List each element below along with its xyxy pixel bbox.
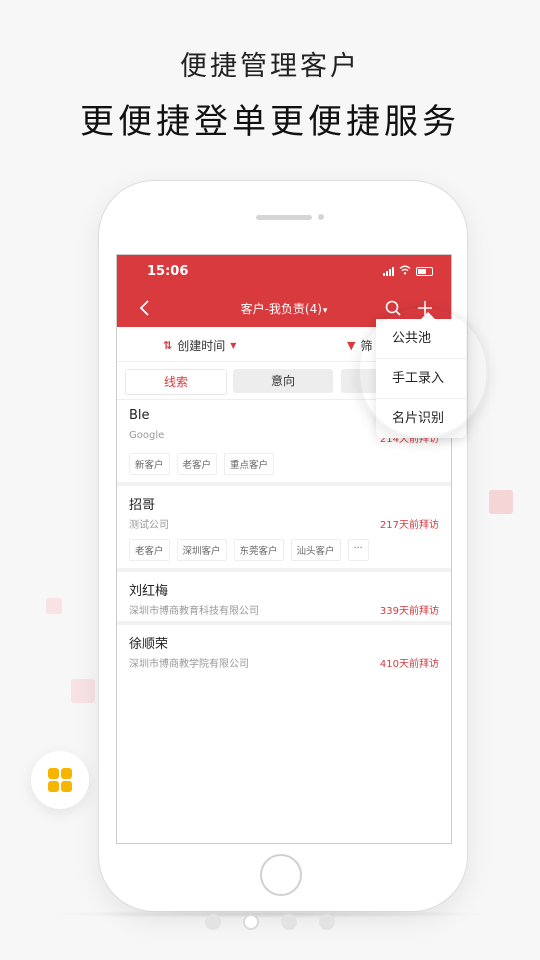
last-visit: 217天前拜访 xyxy=(379,520,439,531)
caret-down-icon: ▼ xyxy=(230,341,237,350)
menu-item-card-scan[interactable]: 名片识别 xyxy=(376,399,466,438)
funnel-icon: ▼ xyxy=(347,339,356,352)
grid-icon xyxy=(61,781,72,792)
popup-arrow xyxy=(421,312,435,319)
wifi-icon xyxy=(399,265,411,277)
customer-company: Google xyxy=(129,430,165,441)
tag: 老客户 xyxy=(176,453,218,475)
page-dot-active[interactable] xyxy=(243,914,259,930)
more-tags-button[interactable]: ··· xyxy=(347,539,369,561)
sort-button[interactable]: ⇅ 创建时间 ▼ xyxy=(163,337,236,354)
decorative-square xyxy=(46,598,62,614)
customer-tags: 新客户 老客户 重点客户 xyxy=(129,453,275,475)
add-popup-menu: 公共池 手工录入 名片识别 xyxy=(376,319,466,438)
decorative-square xyxy=(489,490,513,514)
nav-title-text: 客户-我负责(4) xyxy=(240,302,322,316)
tab-leads[interactable]: 线索 xyxy=(125,369,227,395)
page-dot[interactable] xyxy=(205,914,221,930)
sort-icon: ⇅ xyxy=(163,339,173,352)
signal-icon xyxy=(383,266,394,276)
caret-down-icon: ▾ xyxy=(322,306,328,316)
tag: 深圳客户 xyxy=(176,539,227,561)
filter-button[interactable]: ▼ 筛 xyxy=(347,337,372,354)
customer-company: 深圳市博商教育科技有限公司 xyxy=(129,606,259,617)
tag: 重点客户 xyxy=(224,453,275,475)
phone-camera xyxy=(318,214,324,220)
last-visit: 410天前拜访 xyxy=(379,659,439,670)
customer-list-item[interactable]: 刘红梅 深圳市博商教育科技有限公司 339天前拜访 xyxy=(117,572,451,625)
tag: 新客户 xyxy=(129,453,170,475)
menu-item-public-pool[interactable]: 公共池 xyxy=(376,319,466,359)
customer-tags: 老客户 深圳客户 东莞客户 汕头客户 ··· xyxy=(129,539,369,561)
grid-icon xyxy=(48,768,59,779)
promo-subtitle: 便捷管理客户 xyxy=(180,51,360,82)
tag: 东莞客户 xyxy=(233,539,284,561)
filter-label: 筛 xyxy=(360,339,373,353)
phone-speaker xyxy=(256,215,312,220)
status-icons xyxy=(383,265,433,277)
customer-company: 测试公司 xyxy=(129,520,169,531)
customer-name: 刘红梅 xyxy=(129,584,169,599)
status-bar: 15:06 xyxy=(117,255,451,289)
battery-icon xyxy=(416,266,433,276)
promo-headline: 更便捷登单更便捷服务 xyxy=(80,102,460,142)
page-indicator xyxy=(0,914,540,930)
customer-company: 深圳市博商教学院有限公司 xyxy=(129,659,249,670)
customer-list-item[interactable]: 徐顺荣 深圳市博商教学院有限公司 410天前拜访 xyxy=(117,625,451,674)
customer-list-item[interactable]: 招哥 测试公司 217天前拜访 老客户 深圳客户 东莞客户 汕头客户 ··· xyxy=(117,486,451,572)
search-icon[interactable] xyxy=(383,298,403,318)
status-time: 15:06 xyxy=(147,264,189,279)
app-grid-button[interactable] xyxy=(31,751,89,809)
decorative-square xyxy=(71,679,95,703)
menu-item-manual-entry[interactable]: 手工录入 xyxy=(376,359,466,399)
phone-mockup: 15:06 客户-我负责(4)▾ ⇅ 创建时间 ▼ ▼ 筛 线索 意向 Ble … xyxy=(98,180,468,912)
tab-intent[interactable]: 意向 xyxy=(233,369,333,393)
tag: 老客户 xyxy=(129,539,170,561)
grid-icon xyxy=(61,768,72,779)
page-dot[interactable] xyxy=(281,914,297,930)
sort-label: 创建时间 xyxy=(177,339,226,353)
tag: 汕头客户 xyxy=(290,539,341,561)
customer-name: Ble xyxy=(129,408,150,423)
page-dot[interactable] xyxy=(319,914,335,930)
grid-icon xyxy=(48,781,59,792)
customer-name: 徐顺荣 xyxy=(129,637,169,652)
phone-home-button xyxy=(260,854,302,896)
customer-name: 招哥 xyxy=(129,498,156,513)
last-visit: 339天前拜访 xyxy=(379,606,439,617)
